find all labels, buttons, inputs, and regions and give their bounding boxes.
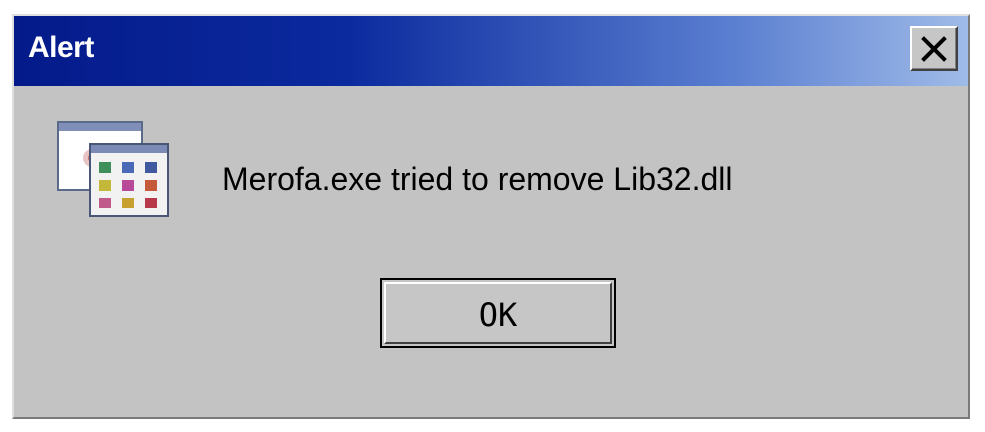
alert-message: Merofa.exe tried to remove Lib32.dll <box>222 161 733 197</box>
ok-button-label: OK <box>478 296 518 334</box>
application-windows-icon <box>57 121 169 217</box>
window-title: Alert <box>28 31 94 64</box>
title-bar[interactable]: Alert <box>14 16 968 86</box>
ok-button-bevel: OK <box>384 282 612 344</box>
alert-dialog: Alert Merofa.exe tried to remove Lib32.d… <box>12 14 970 419</box>
ok-button[interactable]: OK <box>380 278 616 348</box>
close-button[interactable] <box>910 26 958 71</box>
close-icon <box>921 36 947 62</box>
